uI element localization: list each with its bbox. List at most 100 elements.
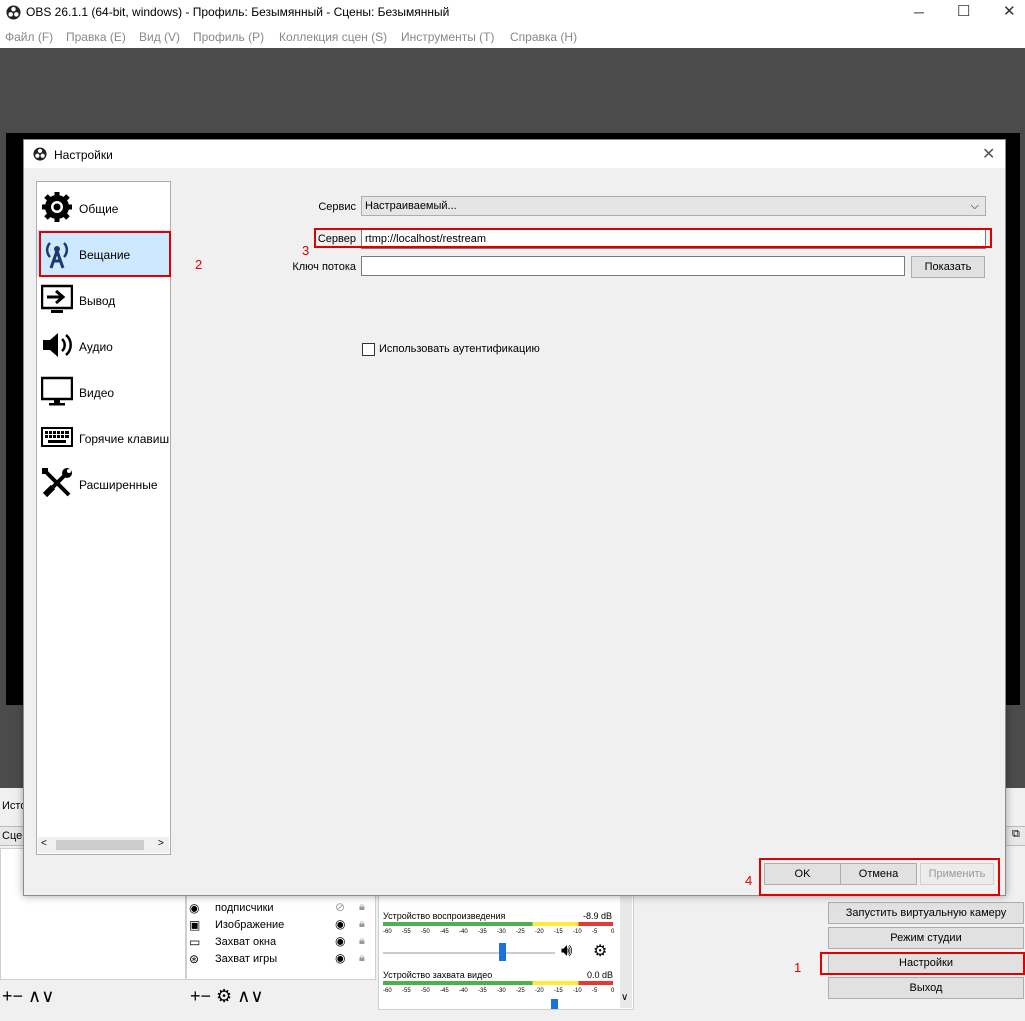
meter-scale-tick: -10 (573, 929, 582, 935)
monitor-icon (41, 376, 73, 406)
move-up-icon[interactable]: ∧ (28, 986, 41, 1006)
volume-meter (383, 981, 613, 985)
highlight-ok-buttons (759, 858, 1000, 896)
category-general[interactable]: Общие (37, 184, 170, 230)
menu-help[interactable]: Справка (H) (510, 30, 577, 44)
eye-icon[interactable]: ◉ (335, 951, 345, 965)
window-capture-icon: ▭ (189, 935, 201, 949)
source-row[interactable]: ⊛ Захват игры ◉ 🔒︎ (189, 951, 373, 968)
gamepad-icon: ⊛ (189, 952, 200, 966)
show-key-button[interactable]: Показать (911, 256, 985, 278)
menu-profile[interactable]: Профиль (P) (193, 30, 264, 44)
category-label: Вывод (79, 294, 116, 308)
meter-scale-tick: -55 (402, 988, 411, 994)
remove-source-icon[interactable]: − (201, 986, 212, 1006)
lock-icon[interactable]: 🔒︎ (359, 952, 365, 965)
auth-checkbox-label[interactable]: Использовать аутентификацию (379, 343, 540, 355)
meter-scale-tick: 0 (611, 929, 615, 935)
dialog-title: Настройки (54, 148, 113, 162)
source-row[interactable]: ▭ Захват окна ◉ 🔒︎ (189, 934, 373, 951)
meter-scale-tick: -35 (478, 988, 487, 994)
scroll-right-icon[interactable]: > (158, 838, 164, 849)
scrollbar-thumb[interactable] (56, 840, 144, 850)
meter-scale-tick: -10 (573, 988, 582, 994)
stream-key-input[interactable] (361, 256, 905, 276)
audio-mixer: Устройство воспроизведения -8.9 dB -60 -5… (378, 884, 634, 1010)
meter-scale-tick: -20 (535, 988, 544, 994)
meter-scale-tick: -25 (516, 988, 525, 994)
sources-toolbar: +− ⚙ ∧∨ (190, 986, 264, 1007)
close-icon[interactable]: ✕ (982, 144, 995, 164)
keyboard-icon (41, 427, 73, 447)
menu-file[interactable]: Файл (F) (5, 30, 53, 44)
lock-icon[interactable]: 🔒︎ (359, 901, 365, 914)
category-audio[interactable]: Аудио (37, 322, 170, 368)
category-advanced[interactable]: Расширенные (37, 460, 170, 506)
annotation-2: 2 (195, 257, 203, 272)
mixer-channel-db: -8.9 dB (583, 911, 613, 921)
service-label: Сервис (318, 201, 356, 213)
menu-scene-collection[interactable]: Коллекция сцен (S) (279, 30, 387, 44)
stream-key-label: Ключ потока (292, 261, 356, 273)
category-output[interactable]: Вывод (37, 276, 170, 322)
remove-scene-icon[interactable]: − (13, 986, 24, 1006)
scenes-toolbar: +− ∧∨ (2, 986, 54, 1007)
move-up-icon[interactable]: ∧ (237, 986, 250, 1006)
start-virtual-camera-button[interactable]: Запустить виртуальную камеру (828, 902, 1024, 924)
minimize-icon[interactable]: ─ (914, 4, 924, 20)
maximize-icon[interactable]: ☐ (957, 2, 970, 20)
close-icon[interactable]: ✕ (1003, 2, 1016, 20)
source-name: Изображение (215, 919, 285, 931)
gear-icon (42, 192, 72, 222)
meter-scale-tick: -45 (440, 988, 449, 994)
eye-hidden-icon[interactable]: ⊘ (335, 900, 345, 914)
menu-view[interactable]: Вид (V) (139, 30, 180, 44)
add-source-icon[interactable]: + (190, 986, 201, 1006)
volume-slider[interactable] (383, 952, 555, 954)
source-row[interactable]: ▣ Изображение ◉ 🔒︎ (189, 917, 373, 934)
service-value: Настраиваемый... (365, 200, 457, 212)
meter-scale-tick: -40 (459, 929, 468, 935)
lock-icon[interactable]: 🔒︎ (359, 935, 365, 948)
scroll-down-icon[interactable]: ∨ (621, 992, 628, 1003)
source-name: Захват окна (215, 936, 277, 948)
speaker-icon[interactable]: 🔊︎ (561, 940, 572, 961)
lock-icon[interactable]: 🔒︎ (359, 918, 365, 931)
source-row[interactable]: ◉ подписчики ⊘ 🔒︎ (189, 900, 373, 917)
category-label: Горячие клавиш (79, 432, 169, 446)
source-name: Захват игры (215, 953, 278, 965)
auth-checkbox[interactable] (362, 343, 375, 356)
mixer-scrollbar[interactable]: ∨ (620, 884, 632, 1008)
move-down-icon[interactable]: ∨ (250, 986, 263, 1006)
menu-tools[interactable]: Инструменты (T) (401, 30, 494, 44)
mixer-channel-name: Устройство воспроизведения (383, 911, 506, 921)
mixer-channel-name: Устройство захвата видео (383, 970, 493, 980)
move-down-icon[interactable]: ∨ (41, 986, 54, 1006)
category-video[interactable]: Видео (37, 368, 170, 414)
volume-meter (383, 922, 613, 926)
eye-icon[interactable]: ◉ (335, 934, 345, 948)
float-dock-icon[interactable]: ⧉ (1012, 828, 1020, 841)
studio-mode-button[interactable]: Режим студии (828, 927, 1024, 949)
service-select[interactable]: Настраиваемый... ⌵ (361, 196, 986, 216)
meter-scale-tick: -20 (535, 929, 544, 935)
volume-slider-handle[interactable] (551, 999, 558, 1009)
settings-category-list: Общие Вещание Вывод Аудио Видео Горячие … (36, 181, 171, 855)
gear-icon[interactable]: ⚙ (593, 941, 607, 961)
meter-scale-tick: -55 (402, 929, 411, 935)
eye-icon[interactable]: ◉ (335, 917, 345, 931)
horizontal-scrollbar[interactable]: < > (38, 837, 169, 853)
annotation-3: 3 (302, 243, 310, 258)
volume-slider-handle[interactable] (498, 943, 506, 961)
meter-scale-tick: -15 (554, 929, 563, 935)
add-scene-icon[interactable]: + (2, 986, 13, 1006)
output-icon (41, 284, 73, 313)
sources-list[interactable]: ◉ подписчики ⊘ 🔒︎ ▣ Изображение ◉ 🔒︎ ▭ З… (186, 884, 376, 980)
source-settings-icon[interactable]: ⚙ (216, 986, 232, 1006)
category-hotkeys[interactable]: Горячие клавиш (37, 414, 170, 460)
highlight-settings-button (820, 952, 1025, 975)
scroll-left-icon[interactable]: < (41, 838, 47, 849)
menu-edit[interactable]: Правка (E) (66, 30, 126, 44)
exit-button[interactable]: Выход (828, 977, 1024, 999)
obs-logo-icon (6, 5, 21, 20)
